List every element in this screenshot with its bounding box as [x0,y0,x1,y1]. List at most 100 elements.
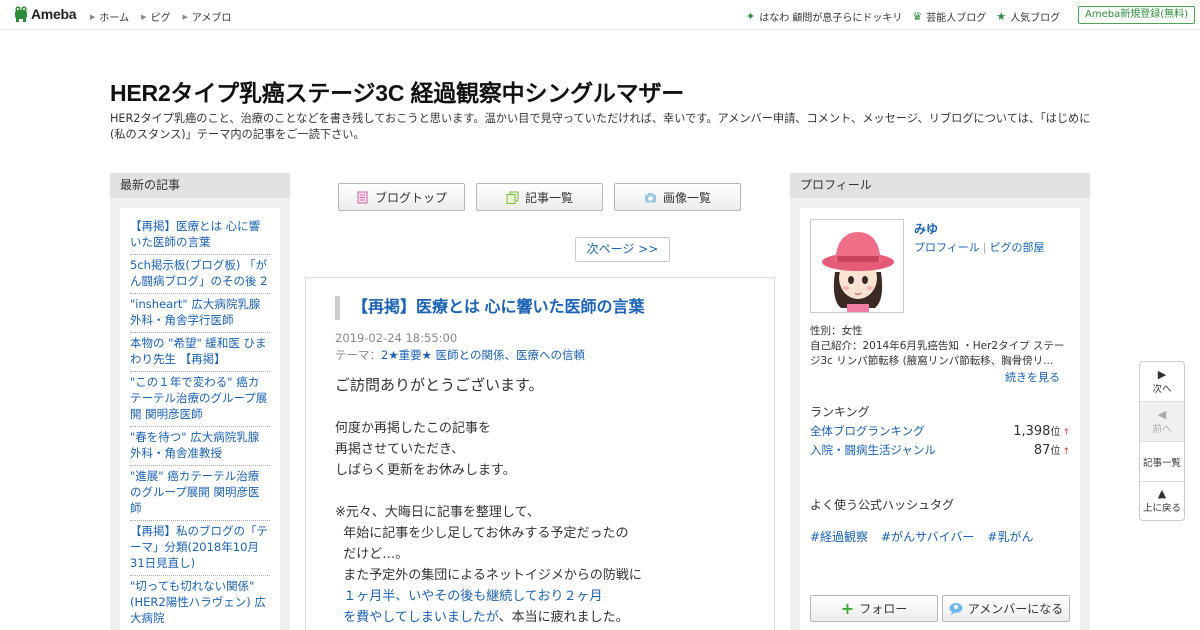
blog-top-button[interactable]: ブログトップ [338,183,465,211]
prev-label: 前へ [1152,423,1172,435]
ranking-name-link[interactable]: 入院・闘病生活ジャンル [810,442,936,458]
ranking-row: 入院・闘病生活ジャンル 87位 ↑ [810,442,1070,458]
triangle-up-icon: ▲ [1157,487,1167,500]
prev-article-button[interactable]: ◀ 前へ [1140,402,1184,442]
copy-icon [506,191,519,204]
article-text: 、本当に疲れました。 [498,610,629,625]
article-line: しばらく更新をお休みします。 [335,463,516,478]
triangle-right-icon: ▶ [90,12,96,21]
next-article-button[interactable]: ▶ 次へ [1140,362,1184,402]
recent-article-link[interactable]: "春を待つ" 広大病院乳腺外科・角舎准教授 [130,427,270,466]
article-line: だけど…。 [335,547,409,562]
nav-news-topic[interactable]: ✦ はなわ 顧問が息子らにドッキリ [746,9,902,24]
profile-link[interactable]: プロフィール [914,241,980,254]
blog-menu-buttons: ブログトップ 記事一覧 画像一覧 [338,183,741,211]
global-nav-left: ▶ ホーム ▶ ピグ ▶ アメブロ [90,9,232,25]
hashtag-link[interactable]: #経過観察 [810,528,868,545]
sparkle-icon: ✦ [746,10,756,23]
top-navigation-bar: Ameba ▶ ホーム ▶ ピグ ▶ アメブロ ✦ はなわ 顧問が息子らにドッキリ ♛ 芸… [0,0,1200,30]
rank-up-arrow-icon: ↑ [1062,428,1070,438]
amember-button[interactable]: アメンバーになる [942,595,1070,622]
article-line: ※元々、大晦日に記事を整理して、 [335,505,540,520]
article-list-button[interactable]: 記事一覧 [476,183,603,211]
ranking-label: ランキング [810,405,870,419]
floating-pager: ▶ 次へ ◀ 前へ 記事一覧 ▲ 上に戻る [1139,361,1185,521]
register-button[interactable]: Ameba新規登録(無料) [1078,6,1196,24]
crown-icon: ♛ [912,10,923,23]
recent-articles-heading: 最新の記事 [110,173,290,198]
float-article-list-button[interactable]: 記事一覧 [1140,442,1184,482]
article-title[interactable]: 【再掲】医療とは 心に響いた医師の言葉 [335,296,644,320]
article-body: ご訪問ありがとうございます。 何度か再掲したこの記事を 再掲させていただき、 し… [335,375,755,628]
article-theme: テーマ：2★重要★ 医師との関係、医療への信頼 [335,347,585,363]
profile-intro: 自己紹介：2014年6月乳癌告知 ・Her2タイプ ステージ3c リンパ節転移 … [810,340,1065,367]
hashtag-list: #経過観察 #がんサバイバー #乳がん [810,528,1033,545]
ameba-logo[interactable]: Ameba [14,6,76,22]
logo-text: Ameba [31,6,77,22]
article-line: また予定外の集団によるネットイジメからの防戦に [335,568,642,583]
nav-pig-label: ピグ [150,13,171,24]
next-page-link[interactable]: 次ページ >> [575,237,670,262]
article-line: 再掲させていただき、 [335,442,465,457]
recent-articles-list: 【再掲】医療とは 心に響いた医師の言葉 5ch掲示板(ブログ板) 「がん闘病ブロ… [120,208,280,630]
article: 【再掲】医療とは 心に響いた医師の言葉 2019-02-24 18:55:00 … [305,277,775,630]
global-nav-right: ✦ はなわ 顧問が息子らにドッキリ ♛ 芸能人ブログ ★ 人気ブログ [746,9,1060,24]
plus-icon: + [840,599,855,618]
profile-name[interactable]: みゆ [914,220,938,237]
triangle-right-icon: ▶ [182,12,188,21]
rank-up-arrow-icon: ↑ [1062,447,1070,457]
ranking-unit: 位 [1050,446,1061,457]
nav-celebrity-blog-label: 芸能人ブログ [926,13,987,24]
profile-sidebar: プロフィール みゆ プロフィール | ピグの部屋 性別：女性 自己紹介：2014年6… [790,173,1090,630]
recent-article-link[interactable]: "進展" 癌カテーテル治療のグループ展開 関明彦医師 [130,466,270,521]
avatar[interactable] [810,219,904,313]
pig-room-link[interactable]: ピグの部屋 [990,241,1045,254]
blog-top-label: ブログトップ [374,190,447,205]
nav-popular-blog[interactable]: ★ 人気ブログ [996,9,1060,24]
image-list-label: 画像一覧 [662,190,711,205]
camera-icon [644,192,656,202]
hashtag-link[interactable]: #がんサバイバー [881,528,974,545]
recent-article-link[interactable]: "insheart" 広大病院乳腺外科・角舎学行医師 [130,294,270,333]
follow-button[interactable]: + フォロー [810,595,938,622]
profile-box: みゆ プロフィール | ピグの部屋 性別：女性 自己紹介：2014年6月乳癌告知 ・… [800,208,1080,630]
ranking-row: 全体ブログランキング 1,398位 ↑ [810,423,1070,439]
recent-article-link[interactable]: 本物の "希望" 緩和医 ひまわり先生 【再掲】 [130,333,270,372]
profile-gender: 性別：女性 [810,325,863,337]
nav-celebrity-blog[interactable]: ♛ 芸能人ブログ [912,9,986,24]
hashtag-link[interactable]: #乳がん [987,528,1033,545]
article-highlight-text: を費やしてしまいましたが [335,610,499,625]
nav-news-topic-label: はなわ 顧問が息子らにドッキリ [759,13,903,24]
ranking-name-link[interactable]: 全体ブログランキング [810,423,925,439]
back-to-top-button[interactable]: ▲ 上に戻る [1140,481,1184,521]
nav-home[interactable]: ▶ ホーム [90,9,129,25]
ameba-frog-icon [15,6,27,22]
blog-title[interactable]: HER2タイプ乳癌ステージ3C 経過観察中シングルマザー [110,74,684,108]
nav-ameblo-label: アメブロ [191,13,232,24]
follow-label: フォロー [859,602,908,616]
avatar-image [811,220,903,312]
ranking-number: 1,398 [1013,424,1051,439]
recent-article-link[interactable]: 【再掲】医療とは 心に響いた医師の言葉 [130,216,270,255]
article-date: 2019-02-24 18:55:00 [335,331,458,345]
triangle-right-icon: ▶ [1157,367,1167,381]
nav-ameblo[interactable]: ▶ アメブロ [182,9,232,25]
nav-popular-blog-label: 人気ブログ [1010,13,1061,24]
speech-bubble-icon [949,603,963,615]
recent-article-link[interactable]: "この１年で変わる" 癌カテーテル治療のグループ展開 関明彦医師 [130,372,270,427]
back-to-top-label: 上に戻る [1142,503,1181,514]
theme-link[interactable]: 2★重要★ 医師との関係、医療への信頼 [381,348,585,362]
image-list-button[interactable]: 画像一覧 [614,183,741,211]
article-line: 何度か再掲したこの記事を [335,421,492,436]
nav-pig[interactable]: ▶ ピグ [141,9,171,25]
recent-article-link[interactable]: "切っても切れない関係" (HER2陽性ハラヴェン) 広大病院 [130,576,270,630]
read-more-link[interactable]: 続きを見る [1005,369,1060,385]
recent-article-link[interactable]: 【再掲】私のブログの「テーマ」分類(2018年10月31日見直し) [130,521,270,576]
recent-article-link[interactable]: 5ch掲示板(ブログ板) 「がん闘病ブログ」のその後 2 [130,255,270,294]
article-list-label: 記事一覧 [524,190,573,205]
ranking-value: 87位 ↑ [1034,442,1070,458]
theme-prefix: テーマ： [335,348,381,362]
triangle-right-icon: ▶ [141,12,147,21]
ranking-number: 87 [1033,443,1051,458]
next-label: 次へ [1152,383,1172,395]
